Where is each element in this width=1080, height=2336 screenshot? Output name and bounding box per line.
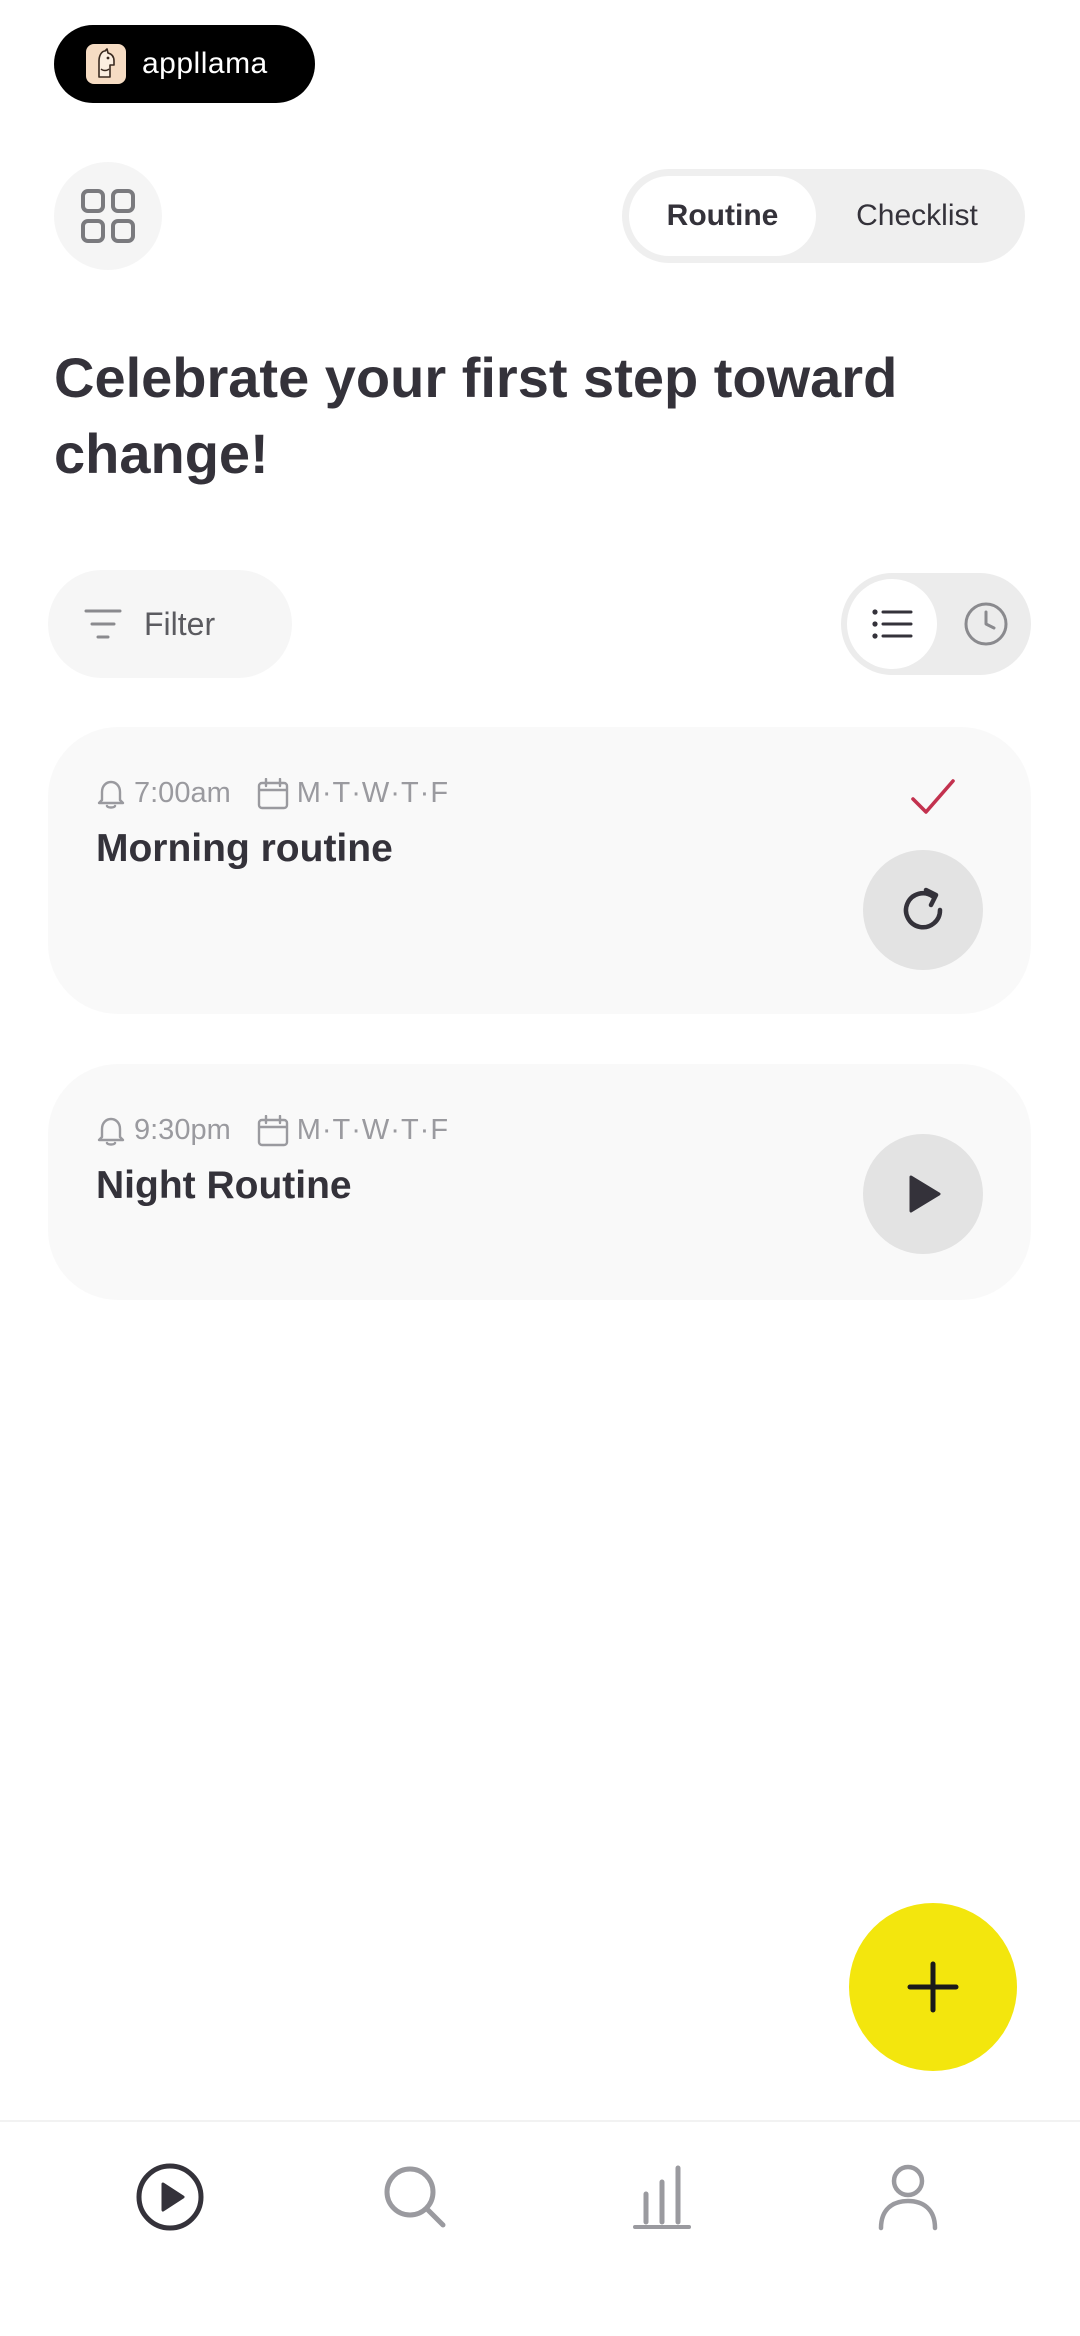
llama-logo-icon [86,44,126,84]
grid-icon [81,189,135,243]
routine-card[interactable]: 7:00am M·T·W·T·F Morning routine [48,727,1031,1014]
brand-name: appllama [142,47,268,80]
page-title: Celebrate your first step toward change! [54,346,898,485]
bottom-navigation [0,2120,1080,2336]
nav-search[interactable] [365,2147,465,2247]
filter-label: Filter [144,605,216,642]
timeline-view-button[interactable] [941,579,1031,669]
bell-icon [97,1117,125,1146]
routine-meta: 9:30pm M·T·W·T·F [96,1114,449,1147]
clock-icon [964,602,1008,646]
routine-card[interactable]: 9:30pm M·T·W·T·F Night Routine [48,1064,1031,1300]
mode-segmented-control: Routine Checklist [622,169,1025,263]
add-routine-button[interactable] [849,1903,1017,2071]
play-circle-icon [136,2163,204,2231]
calendar-icon [257,1114,288,1146]
tab-checklist[interactable]: Checklist [816,176,1018,256]
nav-routines[interactable] [120,2147,220,2247]
brand-badge: appllama [54,25,315,103]
filter-icon [84,609,122,639]
tab-routine[interactable]: Routine [629,176,816,256]
routine-days: M·T·W·T·F [296,777,450,809]
stats-icon [633,2165,691,2229]
list-view-button[interactable] [847,579,937,669]
plus-icon [907,1961,959,2013]
search-icon [384,2166,446,2228]
list-icon [872,609,913,639]
bell-icon [97,780,125,809]
routine-meta: 7:00am M·T·W·T·F [96,777,449,810]
nav-stats[interactable] [612,2147,712,2247]
replay-icon [903,887,943,930]
check-icon [911,779,955,814]
nav-profile[interactable] [858,2147,958,2247]
profile-icon [878,2164,938,2231]
routine-days: M·T·W·T·F [296,1114,450,1146]
filter-button[interactable]: Filter [48,570,292,678]
routine-time: 9:30pm [134,1114,231,1146]
routine-name: Night Routine [96,1164,352,1207]
play-routine-button[interactable] [863,1134,983,1254]
calendar-icon [257,777,288,809]
play-icon [909,1175,941,1213]
view-mode-toggle [841,573,1031,675]
restart-routine-button[interactable] [863,850,983,970]
routine-time: 7:00am [134,777,231,809]
grid-menu-button[interactable] [54,162,162,270]
routine-name: Morning routine [96,827,393,870]
